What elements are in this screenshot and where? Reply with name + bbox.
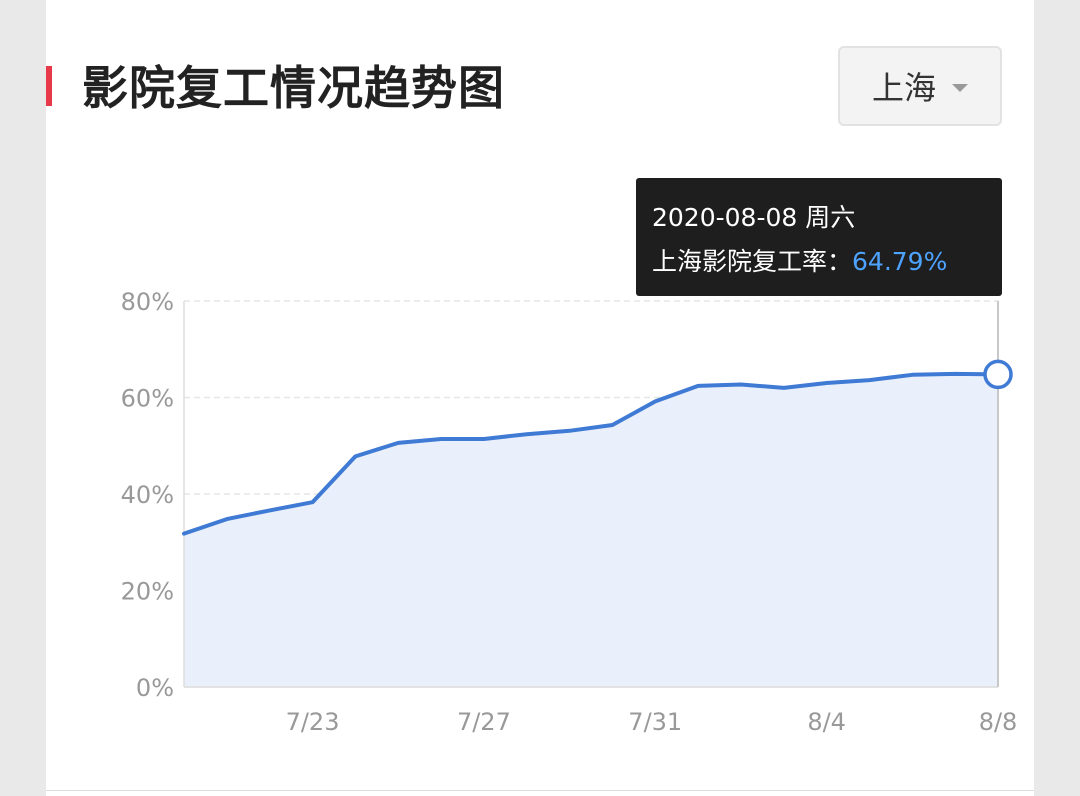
tooltip-value: 64.79% [852, 247, 948, 276]
y-tick-label-3: 60% [121, 385, 174, 413]
x-tick-label-2: 7/31 [628, 708, 682, 736]
y-tick-label-2: 40% [121, 481, 174, 509]
trend-chart: 0% 20% 40% 60% 80% 7/23 7/27 7/31 8/4 8/8 [121, 288, 1018, 736]
tooltip-series-label: 上海影院复工率： [652, 247, 853, 276]
x-tick-label-1: 7/27 [457, 708, 511, 736]
y-tick-label-1: 20% [121, 578, 174, 606]
x-tick-label-3: 8/4 [807, 708, 846, 736]
chart-tooltip: 2020-08-08 周六 上海影院复工率：64.79% [636, 178, 1002, 296]
x-tick-label-0: 7/23 [286, 708, 340, 736]
y-tick-label-4: 80% [121, 288, 174, 316]
tooltip-row: 上海影院复工率：64.79% [652, 240, 1002, 284]
highlight-point [983, 359, 1013, 390]
x-tick-label-4: 8/8 [979, 708, 1018, 736]
tooltip-date: 2020-08-08 周六 [652, 203, 856, 232]
y-tick-label-0: 0% [136, 674, 174, 702]
area-fill [184, 373, 998, 687]
